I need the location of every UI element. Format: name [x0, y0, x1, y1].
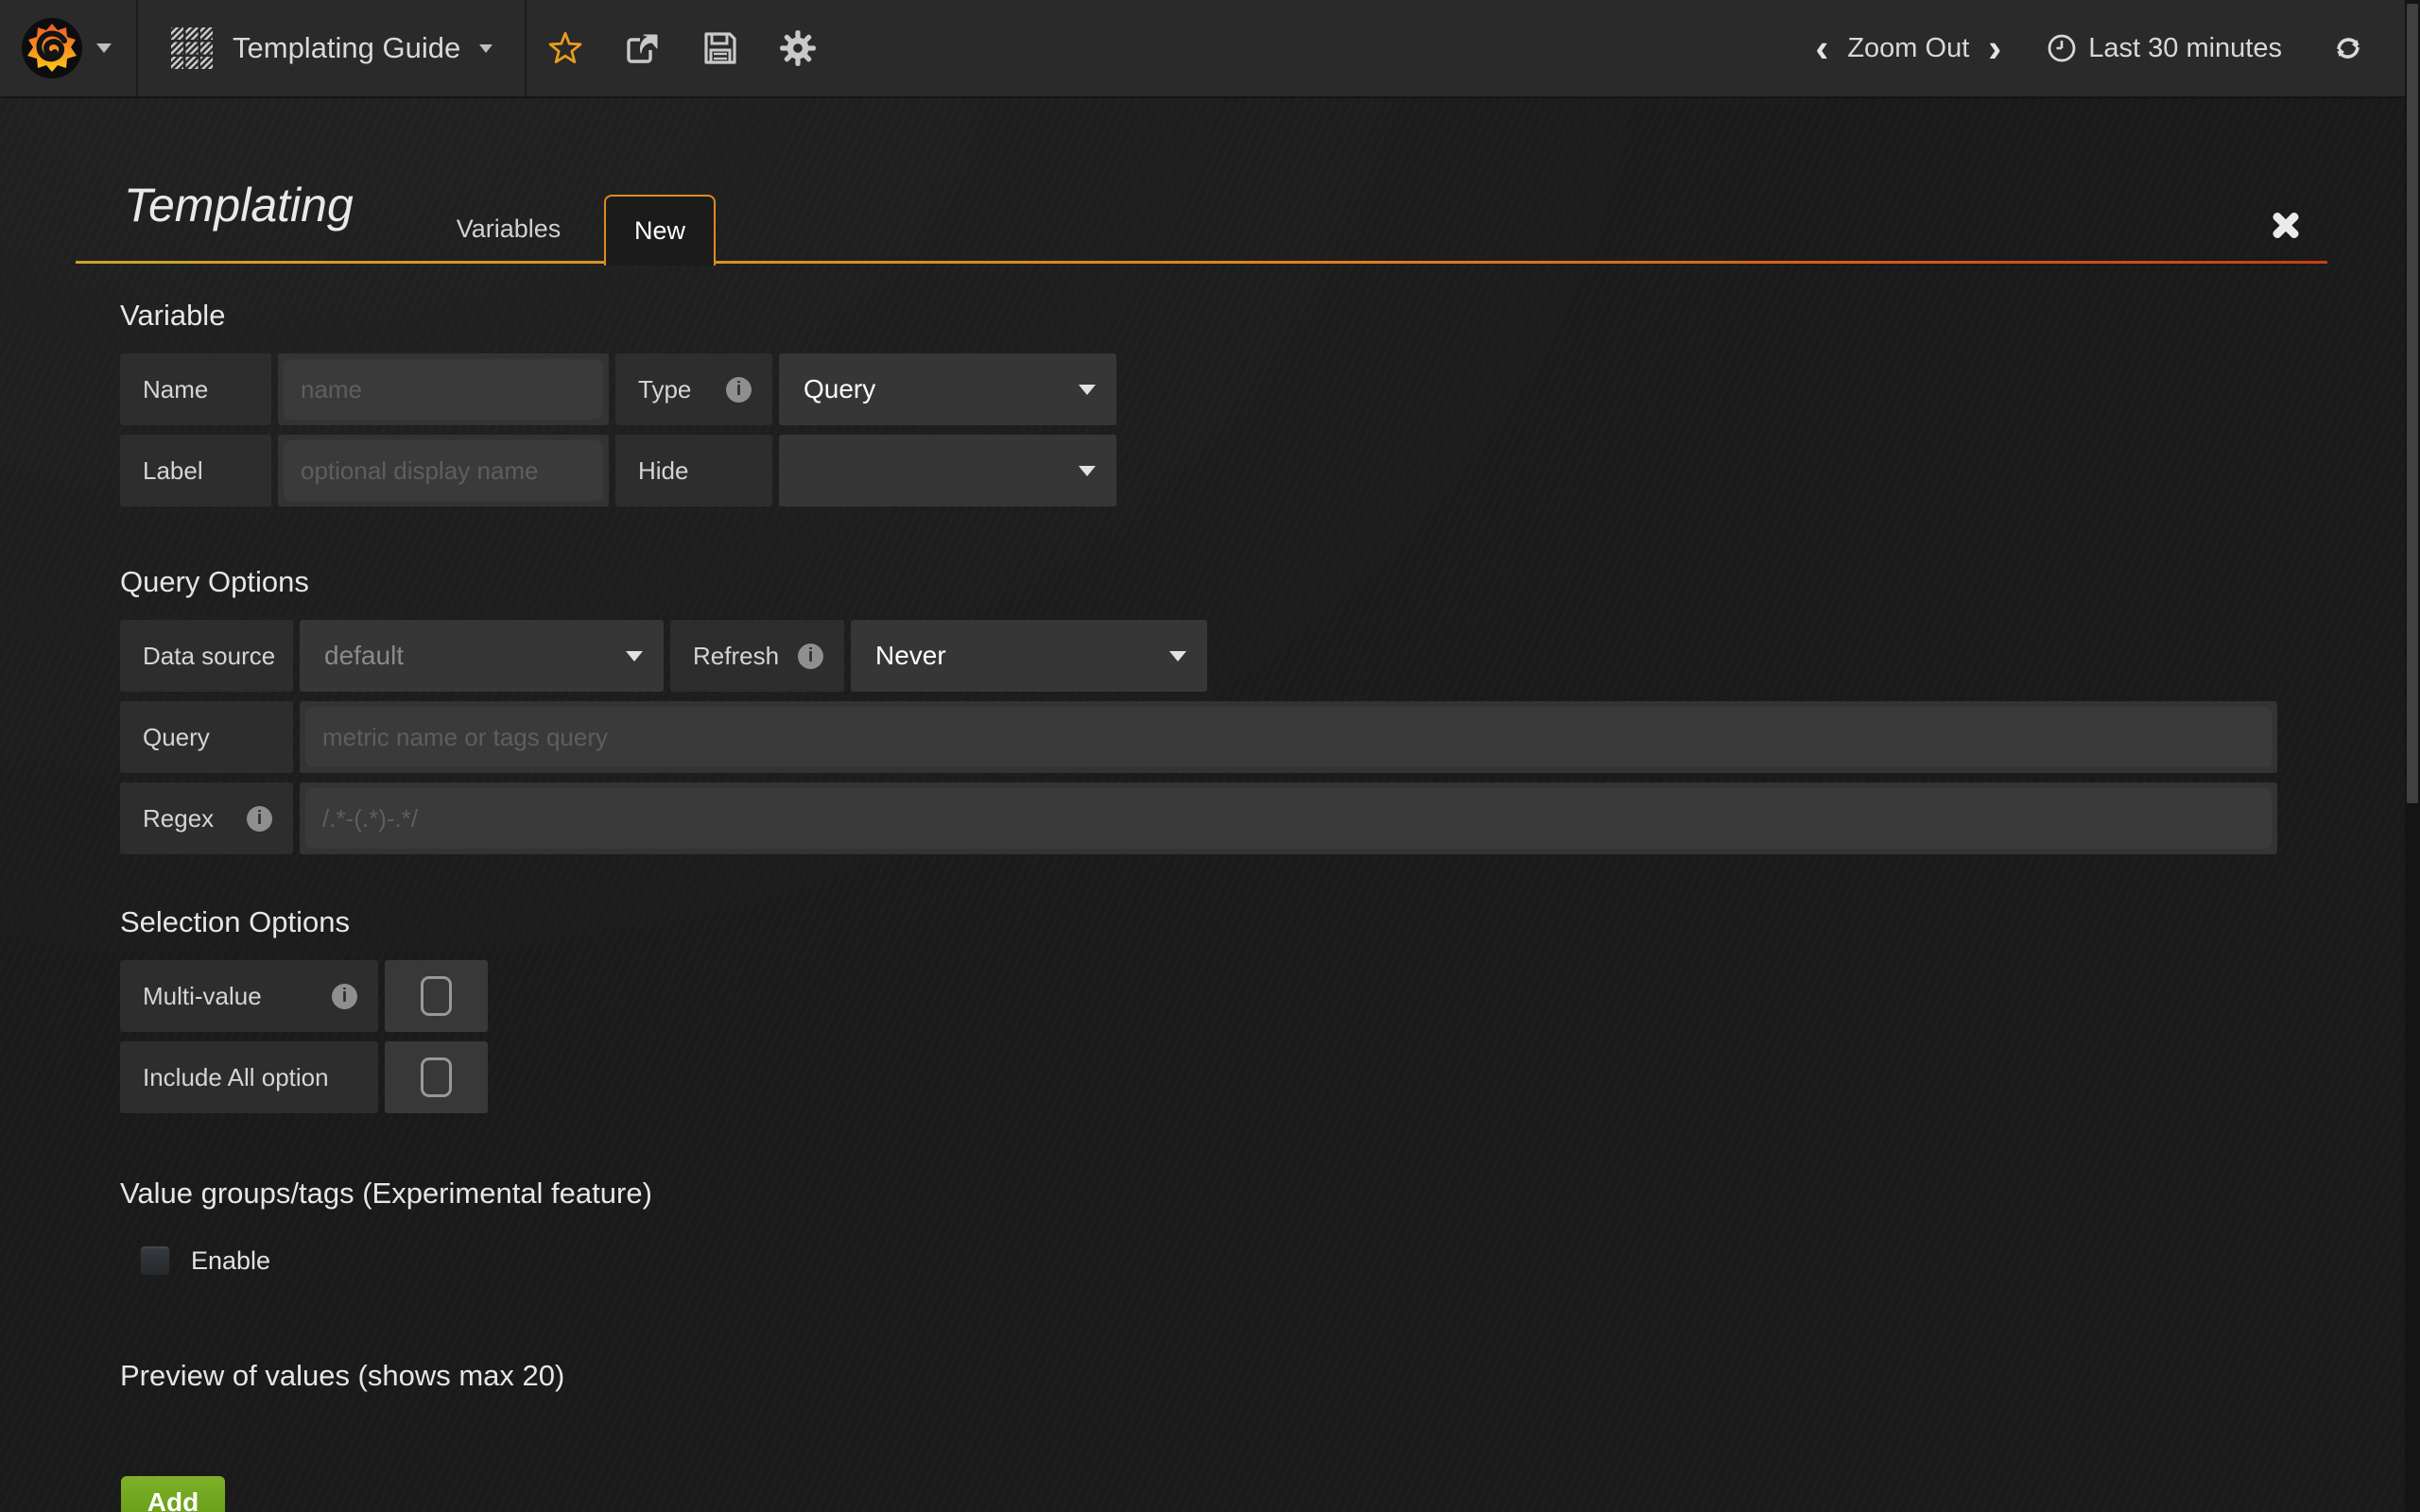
- dashboard-picker[interactable]: Templating Guide: [138, 0, 527, 96]
- page-scrollbar: [2405, 0, 2420, 1512]
- hide-select[interactable]: [779, 435, 1116, 507]
- multi-value-label: Multi-value: [143, 982, 262, 1011]
- type-label-cell: Type i: [615, 353, 772, 425]
- regex-input[interactable]: [305, 788, 2272, 849]
- refresh-label: Refresh: [693, 642, 779, 671]
- share-button[interactable]: [604, 0, 682, 96]
- refresh-label-cell: Refresh i: [670, 620, 844, 692]
- info-icon[interactable]: i: [247, 806, 272, 832]
- label-input[interactable]: [284, 440, 603, 501]
- refresh-select[interactable]: Never: [851, 620, 1207, 692]
- share-icon: [624, 29, 662, 67]
- regex-row: Regex i: [120, 782, 2277, 854]
- time-range-label: Last 30 minutes: [2088, 33, 2282, 64]
- name-input[interactable]: [284, 359, 603, 420]
- enable-label: Enable: [191, 1246, 270, 1276]
- include-all-checkbox-cell[interactable]: [385, 1041, 488, 1113]
- scrollbar-thumb[interactable]: [2407, 4, 2418, 803]
- name-input-cell: [278, 353, 609, 425]
- type-select[interactable]: Query: [779, 353, 1116, 425]
- add-button[interactable]: Add: [121, 1476, 225, 1512]
- query-options-heading: Query Options: [120, 565, 309, 599]
- enable-row: Enable: [140, 1246, 270, 1276]
- include-all-checkbox[interactable]: [421, 1057, 452, 1097]
- chevron-down-icon: [1079, 466, 1096, 476]
- query-label: Query: [120, 701, 293, 773]
- variable-label-row: Label Hide: [120, 435, 1116, 507]
- selection-options-heading: Selection Options: [120, 905, 350, 939]
- time-range-picker[interactable]: Last 30 minutes: [2047, 33, 2282, 64]
- type-label: Type: [638, 375, 691, 404]
- query-input[interactable]: [305, 707, 2272, 767]
- chevron-down-icon: [479, 44, 493, 53]
- include-all-label: Include All option: [120, 1041, 378, 1113]
- navbar: Templating Guide: [0, 0, 2420, 98]
- page-title: Templating: [124, 178, 354, 232]
- info-icon[interactable]: i: [798, 644, 823, 669]
- star-icon: [545, 28, 585, 68]
- save-icon: [701, 29, 739, 67]
- datasource-select-value: default: [324, 641, 404, 671]
- label-label: Label: [120, 435, 271, 507]
- value-groups-heading: Value groups/tags (Experimental feature): [120, 1177, 652, 1211]
- query-row: Query: [120, 701, 2277, 773]
- grafana-dashboard-settings-page: Templating Guide: [0, 0, 2420, 1512]
- time-shift-back-button[interactable]: ‹: [1809, 28, 1834, 68]
- chevron-down-icon: [96, 43, 112, 53]
- query-input-cell: [300, 701, 2277, 773]
- settings-button[interactable]: [759, 0, 837, 96]
- multi-value-label-cell: Multi-value i: [120, 960, 378, 1032]
- label-input-cell: [278, 435, 609, 507]
- refresh-icon: [2331, 31, 2365, 65]
- grafana-menu-button[interactable]: [0, 0, 138, 96]
- save-button[interactable]: [682, 0, 759, 96]
- multi-value-row: Multi-value i: [120, 960, 488, 1032]
- star-button[interactable]: [527, 0, 604, 96]
- info-icon[interactable]: i: [332, 984, 357, 1009]
- settings-gear-icon: [778, 28, 818, 68]
- hide-label: Hide: [615, 435, 772, 507]
- refresh-button[interactable]: [2331, 31, 2365, 65]
- variable-section-heading: Variable: [120, 299, 225, 333]
- datasource-label: Data source: [120, 620, 293, 692]
- close-settings-button[interactable]: [2269, 208, 2303, 242]
- preview-heading: Preview of values (shows max 20): [120, 1359, 564, 1393]
- enable-checkbox[interactable]: [140, 1246, 170, 1276]
- info-icon[interactable]: i: [726, 377, 752, 403]
- tab-new[interactable]: New: [604, 195, 716, 266]
- grafana-logo-icon: [21, 17, 83, 79]
- chevron-down-icon: [1079, 385, 1096, 395]
- regex-input-cell: [300, 782, 2277, 854]
- variable-name-row: Name Type i Query: [120, 353, 1116, 425]
- chevron-down-icon: [626, 651, 643, 662]
- zoom-out-button[interactable]: Zoom Out: [1834, 33, 1982, 64]
- regex-label-cell: Regex i: [120, 782, 293, 854]
- time-shift-forward-button[interactable]: ›: [1982, 28, 2007, 68]
- clock-icon: [2047, 33, 2077, 63]
- include-all-row: Include All option: [120, 1041, 488, 1113]
- multi-value-checkbox[interactable]: [421, 976, 452, 1016]
- dashboard-title: Templating Guide: [233, 31, 460, 65]
- datasource-row: Data source default Refresh i Never: [120, 620, 1207, 692]
- multi-value-checkbox-cell[interactable]: [385, 960, 488, 1032]
- navbar-time-controls: ‹ Zoom Out › Last 30 minutes: [1809, 0, 2420, 96]
- chevron-right-icon: ›: [1988, 26, 2001, 70]
- chevron-left-icon: ‹: [1815, 26, 1828, 70]
- type-select-value: Query: [804, 374, 875, 404]
- dashboard-grid-icon: [170, 26, 214, 70]
- regex-label: Regex: [143, 804, 214, 833]
- chevron-down-icon: [1169, 651, 1186, 662]
- refresh-select-value: Never: [875, 641, 946, 671]
- tab-variables[interactable]: Variables: [442, 195, 575, 263]
- tab-underline: [76, 261, 2327, 264]
- datasource-select[interactable]: default: [300, 620, 664, 692]
- name-label: Name: [120, 353, 271, 425]
